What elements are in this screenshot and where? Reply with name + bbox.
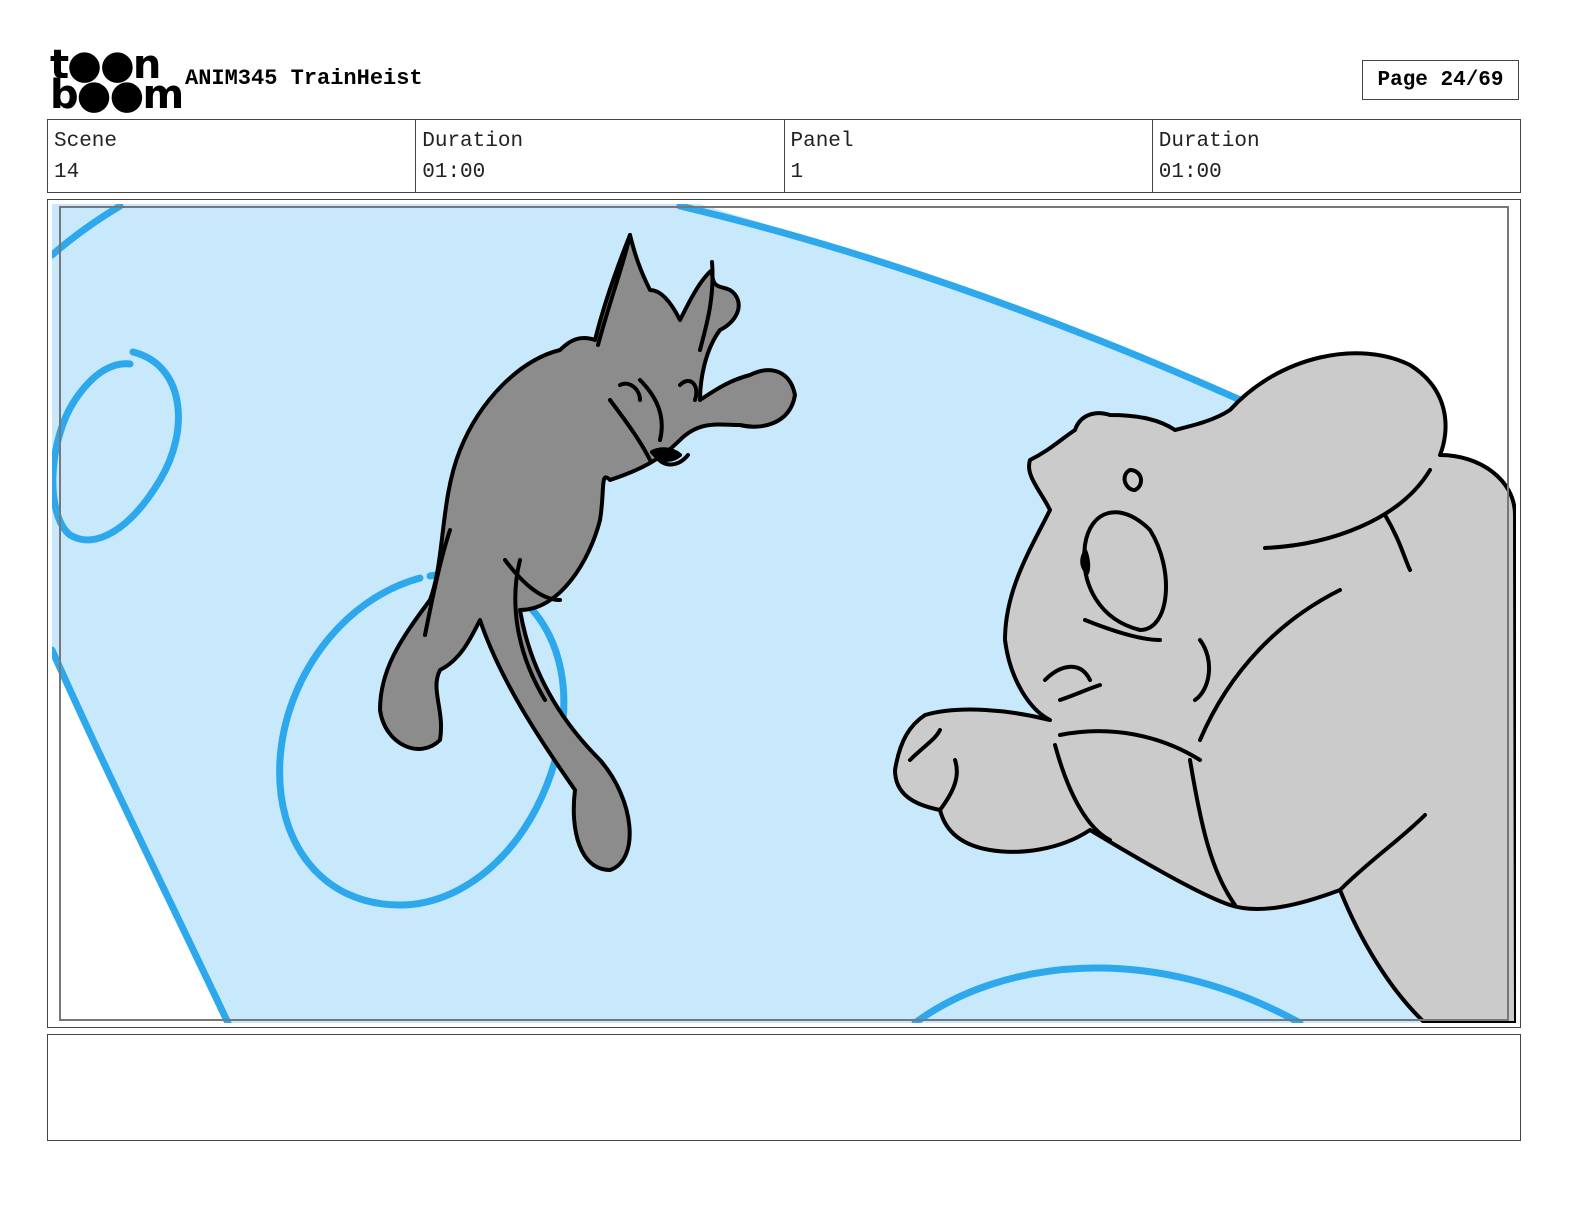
toonboom-logo: t●●n b●●m bbox=[50, 45, 184, 115]
info-value: 1 bbox=[790, 161, 804, 184]
project-title: ANIM345 TrainHeist bbox=[185, 66, 423, 91]
page-indicator: Page 24/69 bbox=[1362, 60, 1519, 100]
scene-info-table: Scene 14 Duration 01:00 Panel 1 Duration… bbox=[47, 119, 1521, 193]
info-cell-scene-duration: Duration 01:00 bbox=[416, 120, 785, 192]
panel-drawing bbox=[52, 204, 1516, 1023]
info-label: Scene bbox=[54, 130, 118, 153]
info-value: 14 bbox=[54, 161, 80, 184]
info-cell-panel: Panel 1 bbox=[785, 120, 1153, 192]
logo-line-2: b●●m bbox=[50, 72, 184, 118]
page-label: Page 24/69 bbox=[1377, 68, 1504, 92]
info-cell-panel-duration: Duration 01:00 bbox=[1153, 120, 1520, 192]
info-label: Panel bbox=[790, 130, 854, 153]
info-label: Duration bbox=[1158, 130, 1260, 153]
info-value: 01:00 bbox=[1158, 161, 1222, 184]
panel-notes-box bbox=[47, 1034, 1521, 1141]
storyboard-panel-image bbox=[52, 204, 1516, 1023]
info-label: Duration bbox=[422, 130, 524, 153]
info-value: 01:00 bbox=[422, 161, 486, 184]
info-cell-scene: Scene 14 bbox=[48, 120, 417, 192]
